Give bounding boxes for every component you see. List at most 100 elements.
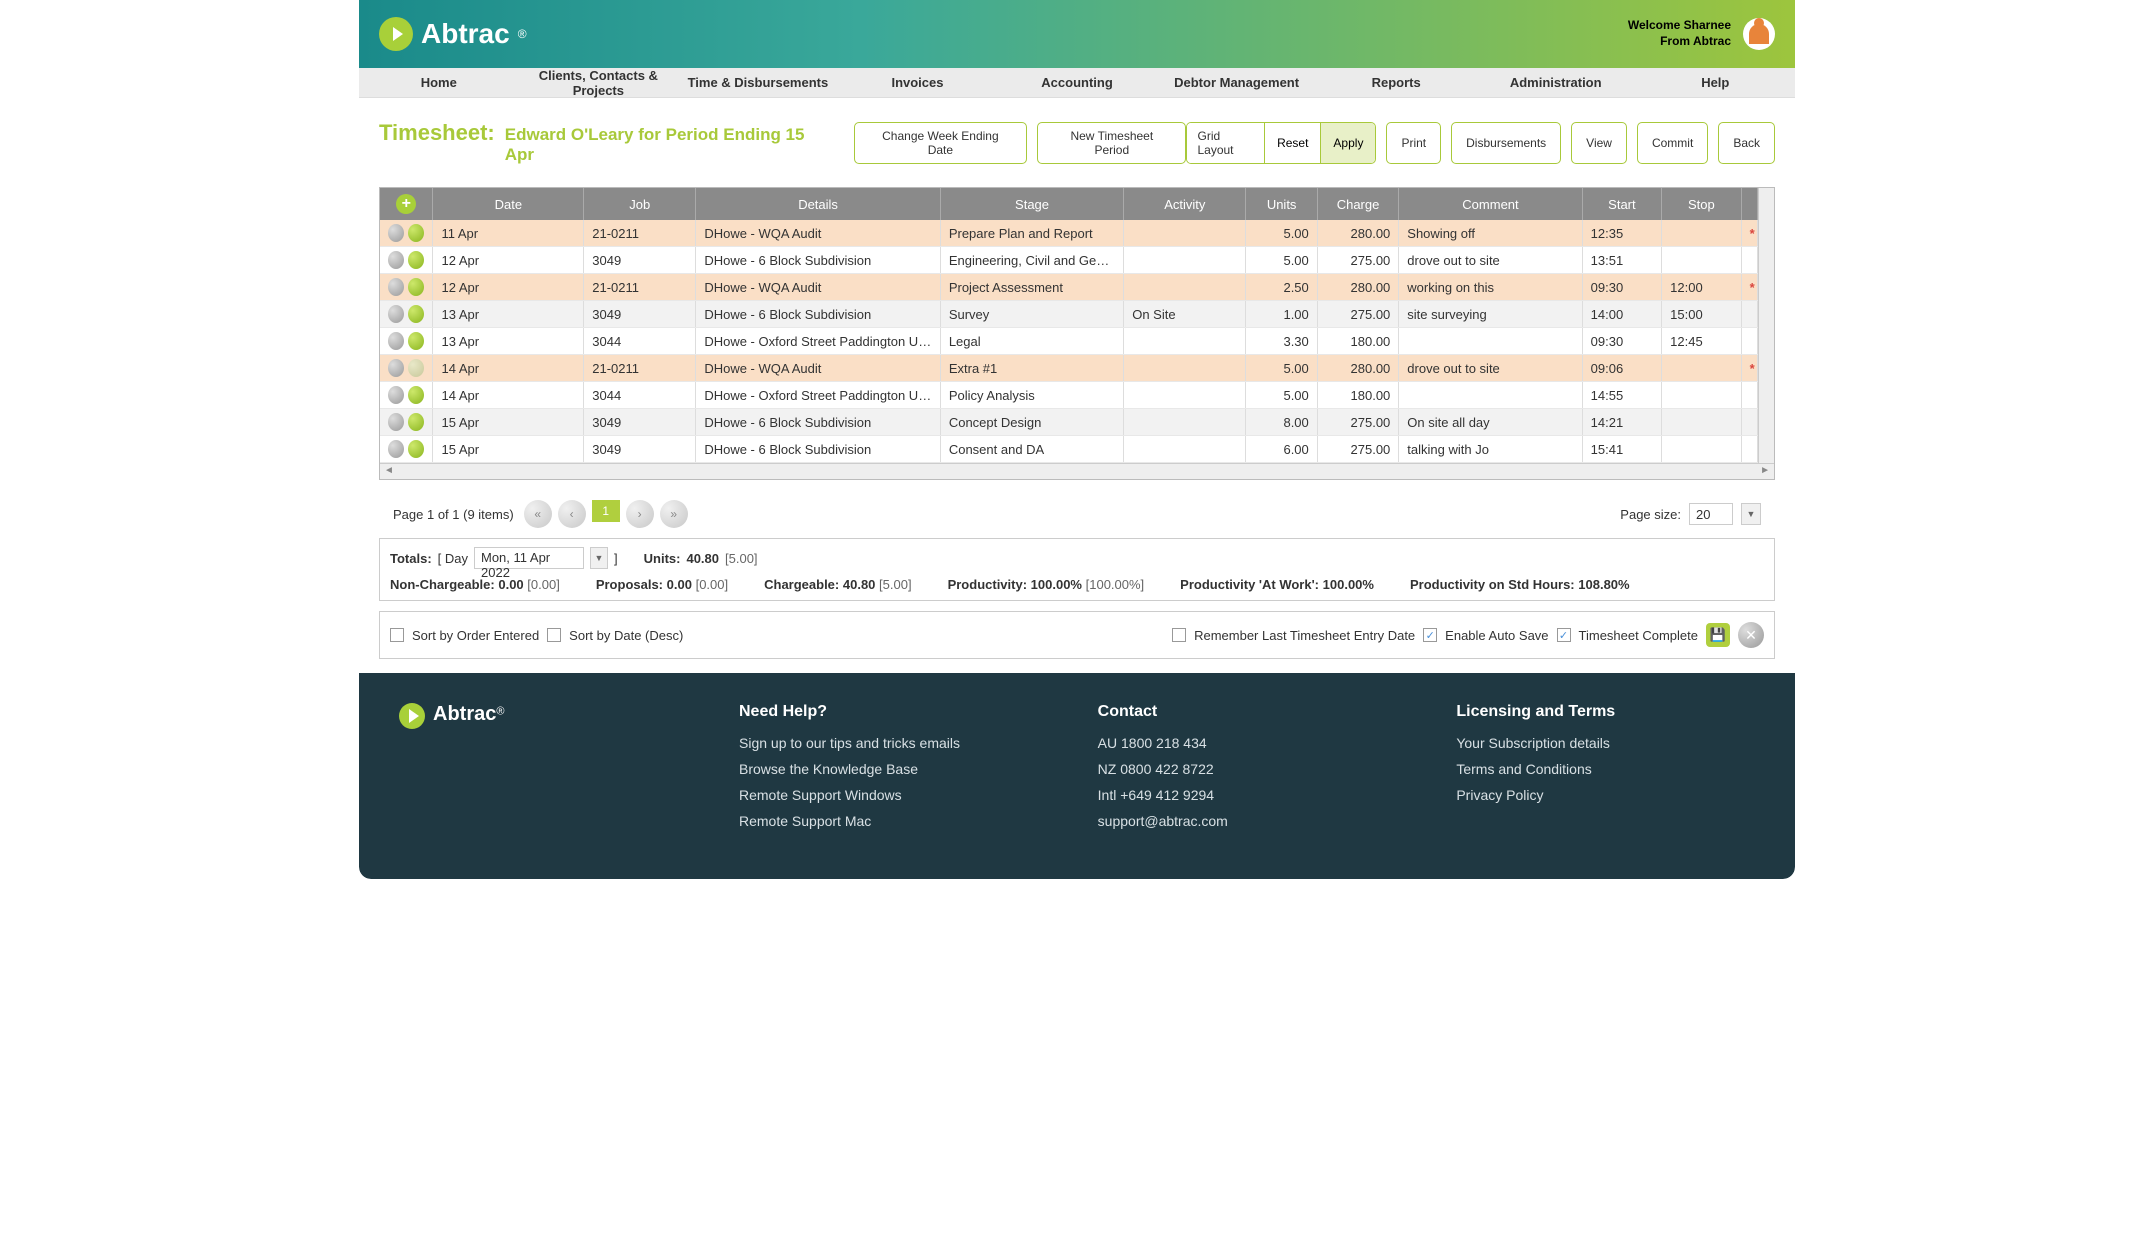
cell-start[interactable]: 09:30 — [1582, 328, 1661, 355]
col-stop[interactable]: Stop — [1662, 188, 1741, 220]
cell-activity[interactable] — [1124, 355, 1246, 382]
footer-link[interactable]: Terms and Conditions — [1456, 761, 1755, 777]
change-week-button[interactable]: Change Week Ending Date — [854, 122, 1028, 164]
cell-start[interactable]: 14:00 — [1582, 301, 1661, 328]
cell-start[interactable]: 09:30 — [1582, 274, 1661, 301]
cell-charge[interactable]: 180.00 — [1317, 382, 1399, 409]
cell-job[interactable]: 21-0211 — [584, 355, 696, 382]
cell-stop[interactable]: 12:00 — [1662, 274, 1741, 301]
cell-start[interactable]: 14:55 — [1582, 382, 1661, 409]
row-copy-icon[interactable] — [408, 305, 424, 323]
cell-charge[interactable]: 280.00 — [1317, 220, 1399, 247]
col-activity[interactable]: Activity — [1124, 188, 1246, 220]
cell-date[interactable]: 15 Apr — [433, 436, 584, 463]
cell-comment[interactable] — [1399, 382, 1582, 409]
cell-details[interactable]: DHowe - WQA Audit — [696, 274, 941, 301]
nav-item-7[interactable]: Administration — [1476, 69, 1636, 96]
cell-start[interactable]: 13:51 — [1582, 247, 1661, 274]
cell-details[interactable]: DHowe - 6 Block Subdivision — [696, 409, 941, 436]
cell-charge[interactable]: 280.00 — [1317, 274, 1399, 301]
row-copy-icon[interactable] — [408, 332, 424, 350]
complete-checkbox[interactable] — [1557, 628, 1571, 642]
cell-charge[interactable]: 280.00 — [1317, 355, 1399, 382]
cell-stop[interactable] — [1662, 220, 1741, 247]
cell-job[interactable]: 3049 — [584, 436, 696, 463]
row-delete-icon[interactable] — [388, 278, 404, 296]
cell-start[interactable]: 09:06 — [1582, 355, 1661, 382]
cell-activity[interactable] — [1124, 409, 1246, 436]
cell-stop[interactable] — [1662, 382, 1741, 409]
col-charge[interactable]: Charge — [1317, 188, 1399, 220]
cell-details[interactable]: DHowe - 6 Block Subdivision — [696, 301, 941, 328]
cell-stage[interactable]: Prepare Plan and Report — [940, 220, 1123, 247]
footer-link[interactable]: Your Subscription details — [1456, 735, 1755, 751]
cell-activity[interactable] — [1124, 382, 1246, 409]
nav-item-8[interactable]: Help — [1636, 69, 1796, 96]
cell-comment[interactable]: On site all day — [1399, 409, 1582, 436]
page-last-button[interactable]: » — [660, 500, 688, 528]
page-first-button[interactable]: « — [524, 500, 552, 528]
cell-job[interactable]: 3044 — [584, 382, 696, 409]
cell-details[interactable]: DHowe - 6 Block Subdivision — [696, 436, 941, 463]
row-copy-icon[interactable] — [408, 386, 424, 404]
nav-item-6[interactable]: Reports — [1316, 69, 1476, 96]
user-avatar[interactable] — [1743, 18, 1775, 50]
cell-charge[interactable]: 180.00 — [1317, 328, 1399, 355]
cell-stage[interactable]: Project Assessment — [940, 274, 1123, 301]
table-row[interactable]: 11 Apr21-0211DHowe - WQA AuditPrepare Pl… — [380, 220, 1758, 247]
nav-item-1[interactable]: Clients, Contacts & Projects — [519, 62, 679, 104]
table-row[interactable]: 15 Apr3049DHowe - 6 Block SubdivisionCon… — [380, 409, 1758, 436]
cell-date[interactable]: 14 Apr — [433, 355, 584, 382]
cell-date[interactable]: 13 Apr — [433, 301, 584, 328]
cell-date[interactable]: 13 Apr — [433, 328, 584, 355]
cell-job[interactable]: 3049 — [584, 301, 696, 328]
cell-charge[interactable]: 275.00 — [1317, 409, 1399, 436]
cell-details[interactable]: DHowe - Oxford Street Paddington Urban .… — [696, 328, 941, 355]
col-date[interactable]: Date — [433, 188, 584, 220]
cell-job[interactable]: 3044 — [584, 328, 696, 355]
cell-stop[interactable]: 15:00 — [1662, 301, 1741, 328]
cell-charge[interactable]: 275.00 — [1317, 436, 1399, 463]
new-timesheet-button[interactable]: New Timesheet Period — [1037, 122, 1186, 164]
cell-stop[interactable] — [1662, 409, 1741, 436]
cell-stage[interactable]: Engineering, Civil and Geotech — [940, 247, 1123, 274]
cell-comment[interactable] — [1399, 328, 1582, 355]
table-row[interactable]: 14 Apr3044DHowe - Oxford Street Paddingt… — [380, 382, 1758, 409]
sort-date-checkbox[interactable] — [547, 628, 561, 642]
brand-logo[interactable]: Abtrac® — [379, 17, 527, 51]
cell-units[interactable]: 2.50 — [1246, 274, 1317, 301]
row-delete-icon[interactable] — [388, 386, 404, 404]
cell-units[interactable]: 3.30 — [1246, 328, 1317, 355]
commit-button[interactable]: Commit — [1637, 122, 1708, 164]
cell-comment[interactable]: Showing off — [1399, 220, 1582, 247]
cell-job[interactable]: 3049 — [584, 247, 696, 274]
cell-details[interactable]: DHowe - Oxford Street Paddington Urban .… — [696, 382, 941, 409]
cell-date[interactable]: 15 Apr — [433, 409, 584, 436]
cell-activity[interactable] — [1124, 436, 1246, 463]
col-details[interactable]: Details — [696, 188, 941, 220]
footer-link[interactable]: Privacy Policy — [1456, 787, 1755, 803]
page-size-dropdown[interactable]: ▼ — [1741, 503, 1761, 525]
nav-item-4[interactable]: Accounting — [997, 69, 1157, 96]
close-icon[interactable]: ✕ — [1738, 622, 1764, 648]
cell-date[interactable]: 12 Apr — [433, 247, 584, 274]
cell-activity[interactable] — [1124, 220, 1246, 247]
table-row[interactable]: 14 Apr21-0211DHowe - WQA AuditExtra #15.… — [380, 355, 1758, 382]
row-copy-icon[interactable] — [408, 278, 424, 296]
table-row[interactable]: 12 Apr3049DHowe - 6 Block SubdivisionEng… — [380, 247, 1758, 274]
cell-stop[interactable]: 12:45 — [1662, 328, 1741, 355]
view-button[interactable]: View — [1571, 122, 1627, 164]
cell-stop[interactable] — [1662, 355, 1741, 382]
add-row-button[interactable]: + — [396, 194, 416, 214]
nav-item-0[interactable]: Home — [359, 69, 519, 96]
nav-item-5[interactable]: Debtor Management — [1157, 69, 1317, 96]
cell-charge[interactable]: 275.00 — [1317, 301, 1399, 328]
col-stage[interactable]: Stage — [940, 188, 1123, 220]
cell-activity[interactable] — [1124, 328, 1246, 355]
row-delete-icon[interactable] — [388, 251, 404, 269]
table-row[interactable]: 15 Apr3049DHowe - 6 Block SubdivisionCon… — [380, 436, 1758, 463]
cell-comment[interactable]: talking with Jo — [1399, 436, 1582, 463]
row-copy-icon[interactable] — [408, 413, 424, 431]
cell-job[interactable]: 21-0211 — [584, 274, 696, 301]
col-job[interactable]: Job — [584, 188, 696, 220]
